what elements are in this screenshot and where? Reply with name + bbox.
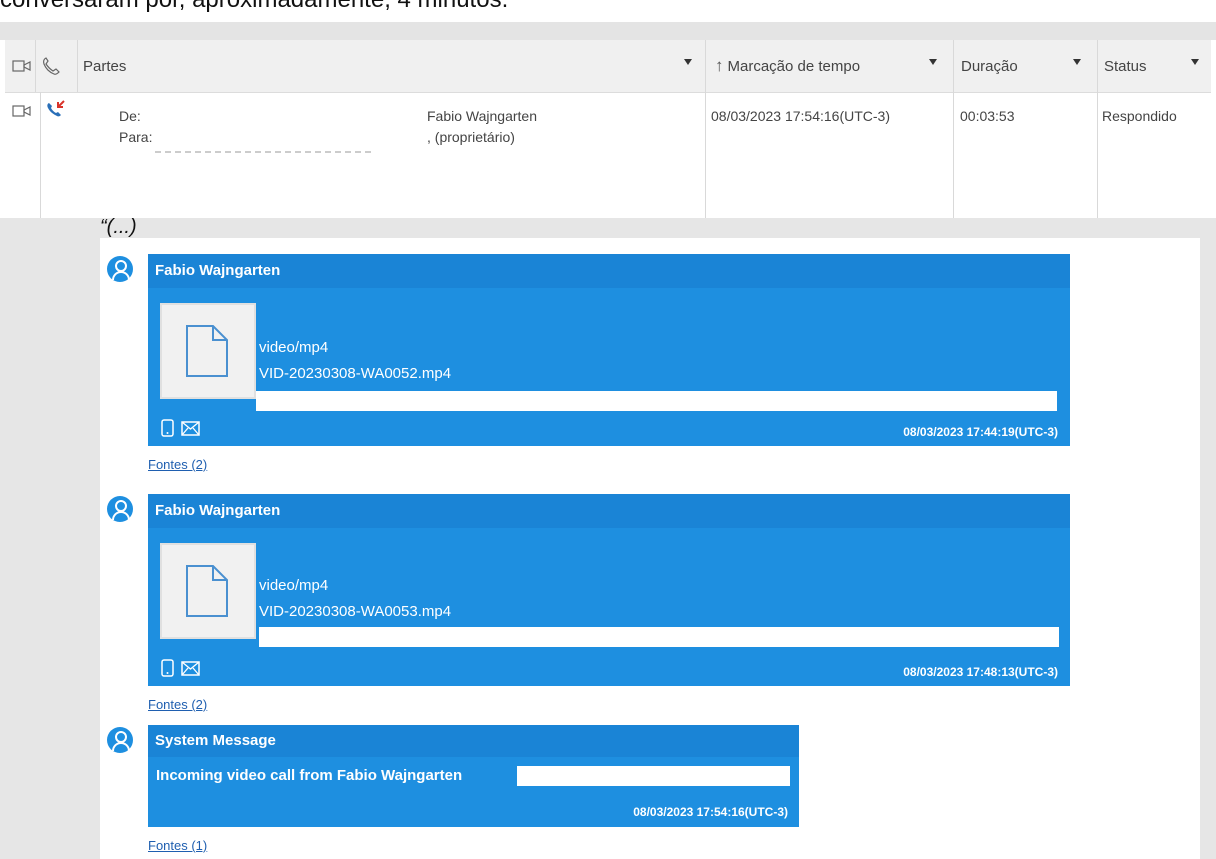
table-header: Partes ↑ Marcação de tempo Duração Statu… [5, 40, 1211, 93]
file-type: video/mp4 [259, 577, 329, 594]
chat-right-margin [1200, 238, 1216, 859]
sort-arrow-icon: ↑ [715, 56, 724, 75]
message-source-icons [160, 658, 201, 683]
header-divider [705, 40, 706, 92]
attachment-thumbnail[interactable] [160, 543, 256, 639]
envelope-icon [181, 661, 200, 676]
message-header: Fabio Wajngarten [148, 494, 1070, 528]
file-icon [186, 325, 228, 377]
redacted-region [259, 627, 1059, 647]
sources-link[interactable]: Fontes (1) [148, 838, 207, 853]
row-duration: 00:03:53 [960, 108, 1015, 124]
column-timestamp-label: Marcação de tempo [727, 57, 861, 75]
row-divider [705, 92, 706, 218]
phone-icon [43, 57, 60, 75]
user-avatar-icon [107, 727, 133, 753]
file-name[interactable]: VID-20230308-WA0052.mp4 [259, 365, 451, 382]
phone-device-icon [161, 659, 174, 677]
to-value: , (proprietário) [427, 129, 515, 145]
parties-filter-icon[interactable] [684, 59, 692, 65]
sender-name: Fabio Wajngarten [155, 502, 281, 519]
message-timestamp: 08/03/2023 17:44:19(UTC-3) [903, 425, 1058, 439]
system-message-text: Incoming video call from Fabio Wajngarte… [156, 767, 463, 784]
column-duration-label: Duração [961, 57, 1018, 75]
user-avatar-icon [107, 496, 133, 522]
column-status[interactable]: Status [1104, 40, 1209, 92]
message-header: System Message [148, 725, 799, 757]
row-divider [953, 92, 954, 218]
column-duration[interactable]: Duração [961, 40, 1097, 92]
file-icon [186, 565, 228, 617]
message-header: Fabio Wajngarten [148, 254, 1070, 288]
video-camera-icon [12, 60, 31, 72]
status-filter-icon[interactable] [1191, 59, 1199, 65]
separator-strip [0, 22, 1216, 40]
header-divider [35, 40, 36, 92]
to-label: Para: [119, 129, 153, 145]
ellipsis-strip: “(...) [0, 216, 1216, 238]
column-phone-icon[interactable] [41, 40, 63, 92]
attachment-thumbnail[interactable] [160, 303, 256, 399]
column-video-icon[interactable] [12, 40, 34, 92]
sources-link[interactable]: Fontes (2) [148, 457, 207, 472]
redacted-region [517, 766, 790, 786]
sources-link[interactable]: Fontes (2) [148, 697, 207, 712]
redacted-region [256, 391, 1057, 411]
user-avatar-icon [107, 256, 133, 282]
column-parties-label: Partes [83, 57, 127, 75]
column-parties[interactable]: Partes [83, 40, 703, 92]
column-status-label: Status [1104, 57, 1147, 75]
phone-device-icon [161, 419, 174, 437]
call-log-table: Partes ↑ Marcação de tempo Duração Statu… [5, 40, 1211, 218]
file-name[interactable]: VID-20230308-WA0053.mp4 [259, 603, 451, 620]
header-divider [953, 40, 954, 92]
row-divider [1097, 92, 1098, 218]
envelope-icon [181, 421, 200, 436]
file-type: video/mp4 [259, 339, 329, 356]
video-camera-icon [12, 105, 31, 117]
incoming-call-icon [47, 100, 65, 117]
message-timestamp: 08/03/2023 17:48:13(UTC-3) [903, 665, 1058, 679]
caption-text: conversaram por, aproximadamente, 4 minu… [0, 0, 760, 20]
redacted-party [155, 151, 375, 153]
chat-left-margin [0, 238, 100, 859]
message-bubble[interactable]: Fabio Wajngarten video/mp4 VID-20230308-… [148, 494, 1070, 686]
row-divider [40, 92, 41, 218]
message-source-icons [160, 418, 201, 443]
message-bubble[interactable]: Fabio Wajngarten video/mp4 VID-20230308-… [148, 254, 1070, 446]
duration-filter-icon[interactable] [1073, 59, 1081, 65]
row-status: Respondido [1102, 108, 1177, 124]
sender-name: Fabio Wajngarten [155, 262, 281, 279]
message-timestamp: 08/03/2023 17:54:16(UTC-3) [633, 805, 788, 819]
timestamp-filter-icon[interactable] [929, 59, 937, 65]
sender-name: System Message [155, 732, 276, 749]
column-timestamp[interactable]: ↑ Marcação de tempo [715, 40, 953, 92]
header-divider [77, 40, 78, 92]
system-message-bubble[interactable]: System Message Incoming video call from … [148, 725, 799, 827]
row-timestamp: 08/03/2023 17:54:16(UTC-3) [711, 108, 890, 124]
from-value: Fabio Wajngarten [427, 108, 537, 124]
from-label: De: [119, 108, 141, 124]
ellipsis-text: “(...) [100, 216, 137, 238]
header-divider [1097, 40, 1098, 92]
